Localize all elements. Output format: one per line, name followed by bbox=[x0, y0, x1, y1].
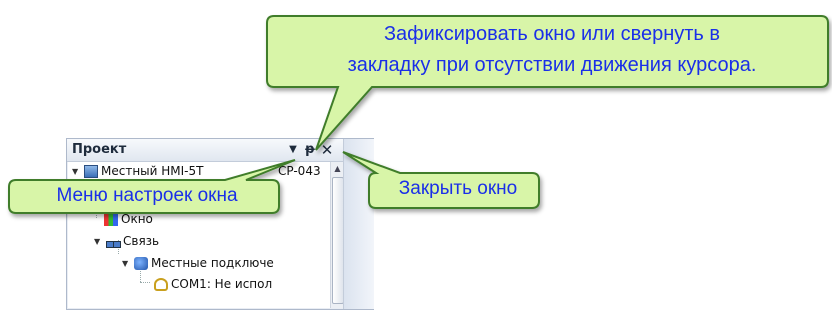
menu-callout-text: Меню настроек окна bbox=[56, 185, 238, 206]
top-callout-line-1: Зафиксировать окно или свернуть в bbox=[383, 23, 721, 45]
close-callout-text: Закрыть окно bbox=[398, 178, 518, 199]
top-callout-line-2: закладку при отсутствии движения курсора… bbox=[347, 54, 757, 76]
top-callout-text: Зафиксировать окно или свернуть в заклад… bbox=[268, 19, 832, 81]
